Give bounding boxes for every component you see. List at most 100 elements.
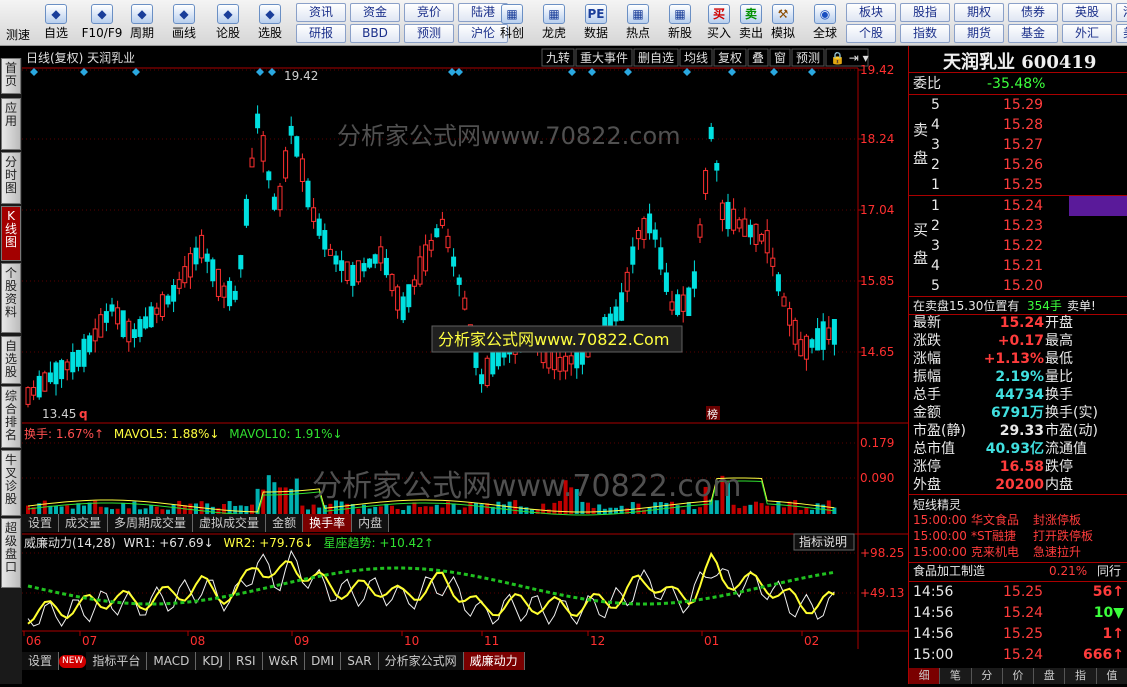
bang-marker[interactable]: 榜 — [707, 407, 718, 421]
volume-tab[interactable]: 虚拟成交量 — [193, 514, 267, 532]
short-stock[interactable]: *ST融捷 — [971, 528, 1016, 544]
ind-info-button[interactable]: 指标说明 — [799, 534, 847, 549]
buy-level-row[interactable]: 2 15.23 — [909, 216, 1127, 236]
indicator-tab[interactable]: 指标平台 — [86, 652, 148, 670]
indicator-tab[interactable]: MACD — [147, 652, 197, 670]
sidebar-tab[interactable]: 分时图 — [1, 152, 21, 204]
sidebar-tab[interactable]: 自选股 — [1, 336, 21, 384]
short-stock[interactable]: 华文食品 — [971, 512, 1019, 528]
bottom-tab[interactable]: 价 — [1002, 668, 1035, 684]
buy-level-row[interactable]: 3 15.22 — [909, 236, 1127, 256]
chart-header-tab[interactable]: 窗 — [774, 51, 786, 65]
chart-header-tabs[interactable]: 九转 重大事件 删自选 均线 复权叠窗预测 🔒 ⇥ ▾ — [541, 48, 869, 67]
sector-peer[interactable]: 同行 — [1097, 562, 1121, 580]
indicator-tab[interactable]: W&R — [262, 652, 306, 670]
toolbar-pen-button[interactable]: ◆ 画线 — [166, 2, 202, 44]
volume-tab[interactable]: 金额 — [266, 514, 304, 532]
event-diamond[interactable] — [683, 68, 691, 76]
buy-level-row[interactable]: 5 15.20 — [909, 276, 1127, 296]
chart-header-tab[interactable]: 叠 — [752, 51, 764, 65]
indicator-tab[interactable]: DMI — [305, 652, 342, 670]
bottom-tab[interactable]: 细 — [909, 668, 941, 684]
short-row[interactable]: 15:00:00 华文食品 封涨停板 — [909, 512, 1127, 528]
toolbar-hot-button[interactable]: ▦ 热点 — [618, 2, 658, 44]
new-badge[interactable]: NEW — [59, 655, 87, 668]
toolbar-grid-button[interactable]: 竞价 — [404, 3, 454, 22]
toolbar-market-button[interactable]: 债券 — [1008, 3, 1058, 22]
chart-header-tab[interactable]: 复权 — [718, 51, 742, 65]
toolbar-market-button[interactable]: 指数 — [900, 24, 950, 43]
indicator-tab[interactable]: SAR — [341, 652, 379, 670]
sell-level-row[interactable]: 3 15.27 — [909, 135, 1127, 155]
indicator-tab[interactable]: KDJ — [196, 652, 230, 670]
indicator-tabs[interactable]: 设置 NEW 指标平台 MACD KDJ RSI W&R DMI SAR 分析家公式网 威廉动力 — [22, 652, 525, 670]
volume-tab[interactable]: 多周期成交量 — [108, 514, 194, 532]
short-row[interactable]: 15:00:00 克来机电 急速拉升 — [909, 544, 1127, 560]
toolbar-grid-button[interactable]: 预测 — [404, 24, 454, 43]
bottom-tab[interactable]: 指 — [1065, 668, 1097, 684]
bottom-tab[interactable]: 分 — [971, 668, 1003, 684]
buy-level-row[interactable]: 4 15.21 — [909, 256, 1127, 276]
sell-level-row[interactable]: 4 15.28 — [909, 115, 1127, 135]
toolbar-f10-button[interactable]: ◆ F10/F9 — [80, 2, 124, 44]
event-diamond[interactable] — [132, 68, 140, 76]
toolbar-market-button[interactable]: 股指 — [900, 3, 950, 22]
toolbar-grid-button[interactable]: 研报 — [296, 24, 346, 43]
indicator-tab[interactable]: 设置 — [22, 652, 60, 670]
toolbar-ipo-button[interactable]: ▦ 新股 — [660, 2, 700, 44]
q-marker[interactable]: q — [79, 407, 88, 421]
toolbar-market-button[interactable]: 外汇 — [1062, 24, 1112, 43]
toolbar-market-button[interactable]: 英股 — [1062, 3, 1112, 22]
toolbar-market-button[interactable]: 期权 — [954, 3, 1004, 22]
volume-tab[interactable]: 成交量 — [59, 514, 109, 532]
toolbar-market-button[interactable]: 期货 — [954, 24, 1004, 43]
volume-tab[interactable]: 内盘 — [352, 514, 390, 532]
kline-chart-area[interactable]: 日线(复权) 天润乳业 九转 重大事件 删自选 均线 复权叠窗预测 🔒 ⇥ ▾ 19.42… — [22, 46, 908, 684]
sell-level-row[interactable]: 2 15.26 — [909, 155, 1127, 175]
event-diamond[interactable] — [770, 68, 778, 76]
toolbar-market-button[interactable]: 美 — [1116, 24, 1127, 43]
indicator-tab[interactable]: 威廉动力 — [463, 652, 525, 670]
sidebar-tab[interactable]: 应用 — [1, 98, 21, 150]
sell-level-row[interactable]: 1 15.25 — [909, 175, 1127, 195]
event-diamond[interactable] — [268, 68, 276, 76]
toolbar-grid-button[interactable]: 资金 — [350, 3, 400, 22]
event-diamond[interactable] — [728, 68, 736, 76]
toolbar-trade-button[interactable]: ⚒ 模拟 — [768, 2, 798, 44]
toolbar-market-button[interactable]: 基金 — [1008, 24, 1058, 43]
sidebar-tab[interactable]: 个股资料 — [1, 263, 21, 333]
toolbar-speed-button[interactable]: 测速 — [0, 2, 36, 44]
chart-header-tab[interactable]: 均线 — [684, 51, 708, 65]
sector-row[interactable]: 食品加工制造 0.21% 同行 — [909, 562, 1127, 580]
toolbar-clock-button[interactable]: ◆ 周期 — [124, 2, 160, 44]
toolbar-market-button[interactable]: 个股 — [846, 24, 896, 43]
toolbar-stock-pick-button[interactable]: ◆ 选股 — [252, 2, 288, 44]
event-diamond[interactable] — [808, 68, 816, 76]
event-diamond[interactable] — [30, 68, 38, 76]
toolbar-trade-button[interactable]: ◉ 全球 — [810, 2, 840, 44]
event-diamond[interactable] — [588, 68, 596, 76]
short-row[interactable]: 15:00:00 *ST融捷 打开跌停板 — [909, 528, 1127, 544]
toolbar-pe-button[interactable]: PE 数据 — [576, 2, 616, 44]
toolbar-grid-button[interactable]: 资讯 — [296, 3, 346, 22]
sell-level-row[interactable]: 5 15.29 — [909, 95, 1127, 115]
toolbar-trade-button[interactable]: 买买入 — [704, 2, 734, 44]
event-diamond[interactable] — [624, 68, 632, 76]
indicator-tab[interactable]: RSI — [230, 652, 263, 670]
chart-header-tab[interactable]: 重大事件 — [580, 51, 628, 65]
chart-header-tab[interactable]: 预测 — [796, 51, 820, 65]
event-diamond[interactable] — [455, 68, 463, 76]
sidebar-tab[interactable]: K线图 — [1, 206, 21, 261]
chart-header-tab[interactable]: 九转 — [546, 50, 570, 65]
bottom-tab[interactable]: 值 — [1096, 668, 1127, 684]
buy-level-row[interactable]: 1 15.24 — [909, 196, 1127, 216]
chart-header-tab[interactable]: 删自选 — [638, 51, 674, 65]
volume-tab[interactable]: 设置 — [22, 514, 60, 532]
short-stock[interactable]: 克来机电 — [971, 544, 1019, 560]
event-diamond[interactable] — [568, 68, 576, 76]
bottom-tab[interactable]: 笔 — [940, 668, 972, 684]
event-diamond[interactable] — [80, 68, 88, 76]
toolbar-grid-button[interactable]: BBD — [350, 24, 400, 43]
toolbar-star-button[interactable]: ◆ 自选 — [38, 2, 74, 44]
indicator-tab[interactable]: 分析家公式网 — [378, 652, 464, 670]
